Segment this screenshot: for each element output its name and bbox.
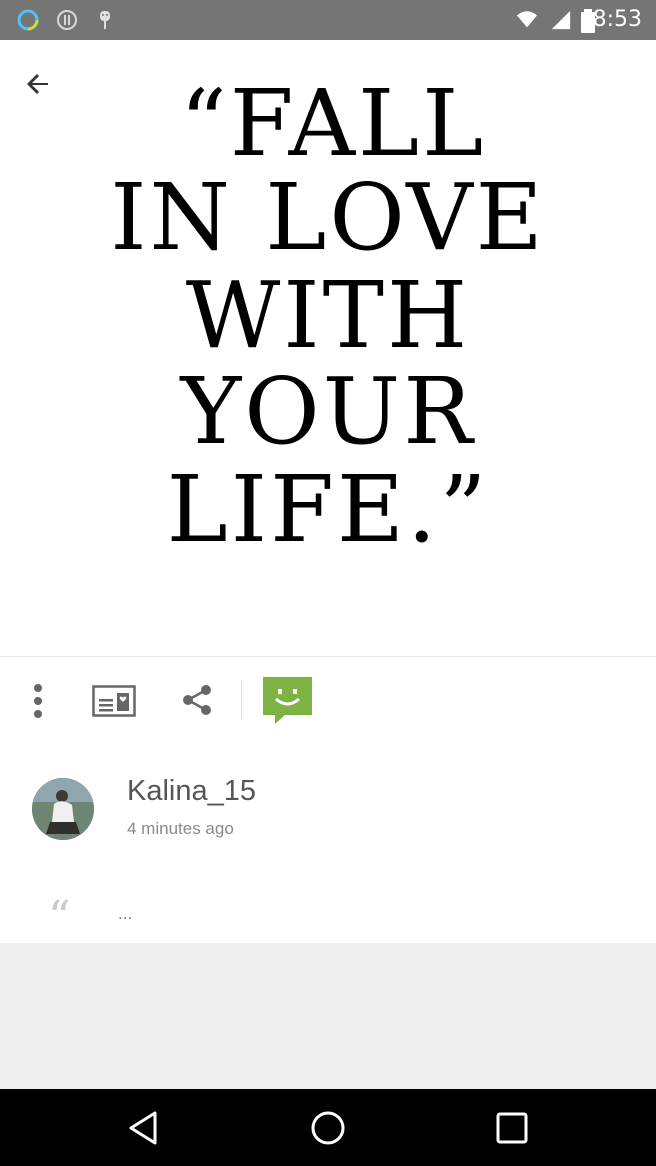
quote-line-1: “FALL (179, 70, 487, 177)
username[interactable]: Kalina_15 (127, 775, 256, 808)
post-timestamp: 4 minutes ago (127, 819, 234, 838)
nav-back-icon[interactable] (125, 1109, 163, 1147)
quote-line-5: LIFE.” (166, 456, 490, 563)
back-arrow-icon[interactable] (18, 64, 58, 104)
avatar[interactable] (32, 778, 94, 840)
smiley-chat-icon[interactable] (263, 677, 312, 724)
quote-line-3: WITH (185, 262, 471, 369)
signal-icon (551, 10, 571, 30)
nav-recents-icon[interactable] (493, 1109, 531, 1147)
data-saver-icon (57, 10, 77, 30)
more-vert-icon[interactable] (26, 682, 50, 720)
comment-text: ... (118, 904, 133, 923)
quote-mark-icon: “ (48, 892, 71, 943)
share-icon[interactable] (180, 683, 214, 717)
status-time: 8:53 (592, 7, 642, 32)
avatar-image (32, 778, 94, 840)
nav-home-icon[interactable] (309, 1109, 347, 1147)
wifi-icon (516, 11, 538, 28)
quote-line-4: YOUR (180, 358, 476, 465)
empty-content-area (0, 943, 656, 1089)
navigation-bar (0, 1089, 656, 1166)
android-debug-icon (100, 11, 110, 29)
card-heart-icon[interactable] (92, 685, 136, 717)
status-bar: 8:53 (0, 0, 656, 40)
app-ring-icon (17, 9, 39, 31)
quote-line-2: IN LOVE (110, 164, 546, 271)
action-separator (241, 680, 242, 720)
